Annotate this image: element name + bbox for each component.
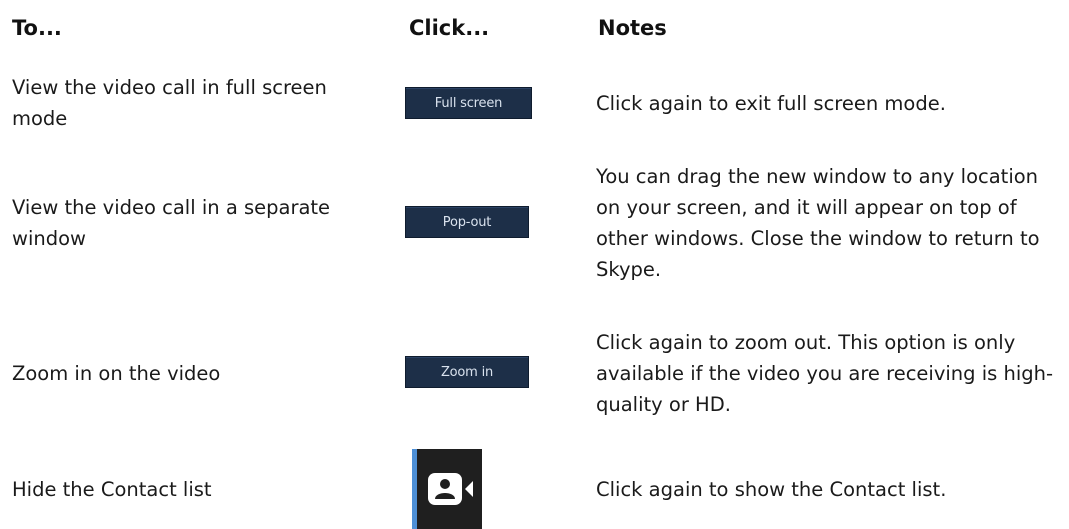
row-click-cell: Pop-out [405,206,529,238]
row-notes: Click again to exit full screen mode. [596,91,946,115]
row-action-label: View the video call in full screen mode [12,76,327,130]
column-header-click: Click... [409,16,490,40]
row-notes: You can drag the new window to any locat… [596,165,1040,281]
full-screen-button[interactable]: Full screen [405,87,532,119]
row-notes: Click again to zoom out. This option is … [596,330,1054,416]
row-action-label: Zoom in on the video [12,361,221,385]
column-header-notes: Notes [598,16,667,40]
zoom-in-button[interactable]: Zoom in [405,356,529,388]
row-click-cell: Full screen [405,87,532,119]
column-header-to: To... [12,16,62,40]
row-click-cell: Zoom in [405,356,529,388]
table-row: View the video call in a separate window… [0,160,1069,286]
toggle-accent-edge [412,449,417,529]
row-action-label: Hide the Contact list [12,477,212,501]
row-click-cell [412,449,482,529]
contact-list-toggle-button[interactable] [412,449,482,529]
table-row: Hide the Contact list Click again to sho… [0,449,1069,529]
row-notes: Click again to show the Contact list. [596,477,947,501]
table-row: View the video call in full screen mode … [0,70,1069,136]
row-action-label: View the video call in a separate window [12,196,331,250]
contact-list-toggle-icon [428,473,473,505]
table-row: Zoom in on the video Zoom in Click again… [0,310,1069,436]
pop-out-button[interactable]: Pop-out [405,206,529,238]
instructions-table: To... Click... Notes View the video call… [0,0,1069,529]
